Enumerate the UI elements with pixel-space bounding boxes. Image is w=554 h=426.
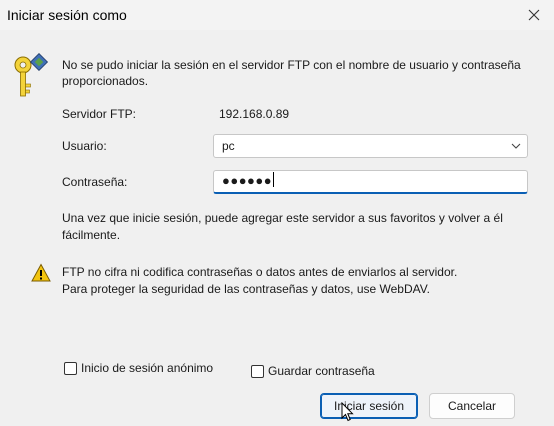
warning-text-line2: Para proteger la seguridad de las contra…	[62, 282, 430, 296]
anonymous-login-checkbox-box[interactable]	[64, 361, 77, 375]
anonymous-login-checkbox[interactable]: Inicio de sesión anónimo	[64, 361, 213, 375]
warning-text: FTP no cifra ni codifica contraseñas o d…	[62, 265, 458, 279]
user-label: Usuario:	[62, 139, 107, 153]
chevron-down-icon[interactable]	[511, 142, 521, 150]
login-button[interactable]: Iniciar sesión	[320, 393, 418, 419]
info-text: Una vez que inicie sesión, puede agregar…	[62, 211, 503, 225]
save-password-label: Guardar contraseña	[268, 364, 375, 378]
server-label: Servidor FTP:	[62, 107, 137, 121]
text-caret	[273, 172, 275, 187]
close-button[interactable]	[518, 2, 550, 28]
mouse-pointer-icon	[341, 402, 354, 422]
window-title: Iniciar sesión como	[7, 7, 127, 23]
password-mask: ●●●●●●	[222, 173, 273, 188]
error-message: No se pudo iniciar la sesión en el servi…	[62, 58, 521, 72]
password-field[interactable]: ●●●●●●	[213, 170, 528, 194]
info-text-line2: fácilmente.	[62, 228, 121, 242]
error-message-line2: proporcionados.	[62, 74, 149, 88]
close-icon	[528, 9, 540, 21]
password-label: Contraseña:	[62, 175, 128, 189]
save-password-checkbox-box[interactable]	[251, 364, 264, 378]
anonymous-login-label: Inicio de sesión anónimo	[81, 361, 214, 375]
save-password-checkbox[interactable]: Guardar contraseña	[251, 364, 375, 378]
cancel-button[interactable]: Cancelar	[429, 393, 515, 419]
title-bar: Iniciar sesión como	[0, 0, 554, 30]
user-value: pc	[222, 139, 235, 153]
key-icon	[14, 52, 49, 97]
warning-icon	[31, 263, 51, 282]
server-value: 192.168.0.89	[219, 107, 290, 121]
user-combobox[interactable]: pc	[213, 134, 528, 158]
